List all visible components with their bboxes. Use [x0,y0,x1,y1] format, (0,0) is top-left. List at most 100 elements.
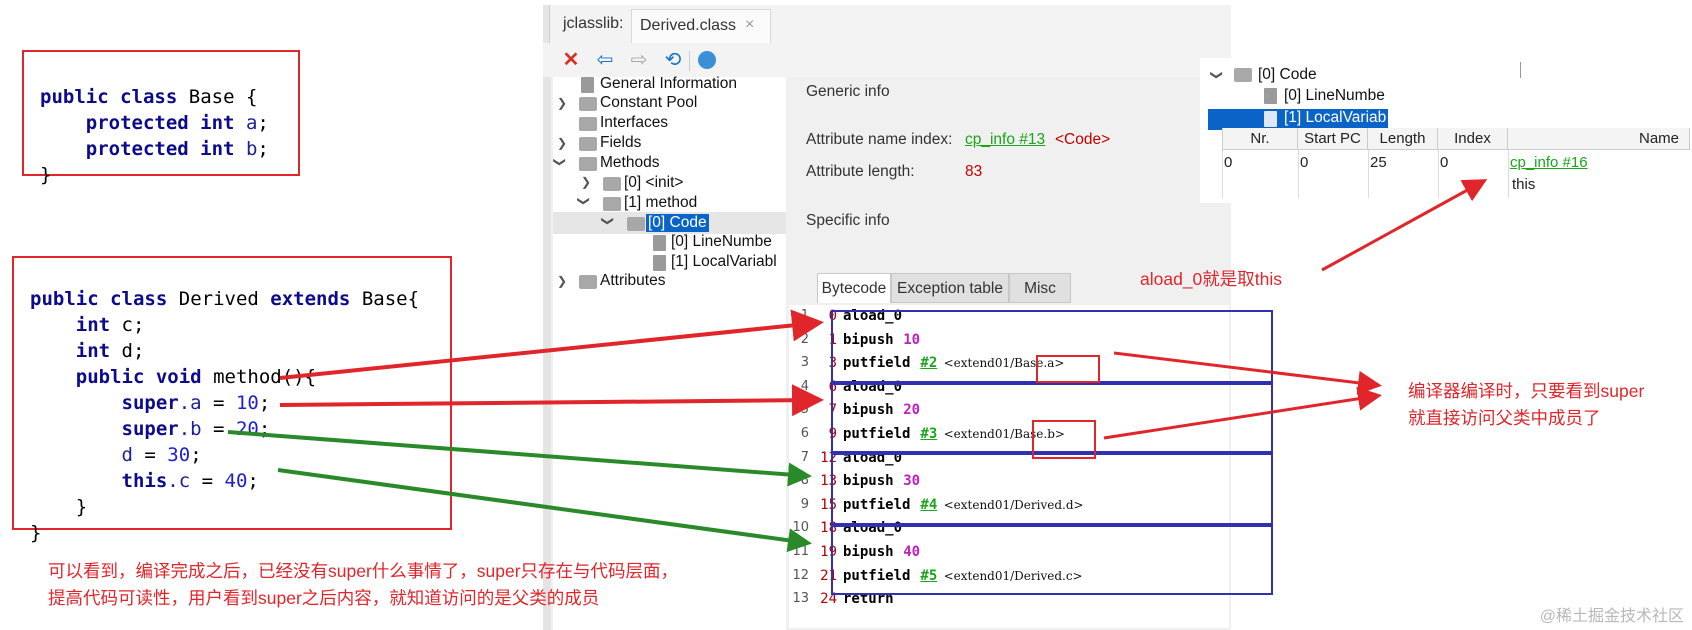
folder-icon [579,275,597,289]
forward-icon[interactable]: ⇨ [627,48,651,72]
attr-length-label: Attribute length: [806,163,915,180]
note-bottom-line1: 可以看到，编译完成之后，已经没有super什么事情了，super只存在与代码层面… [48,561,679,581]
base-class-code-box: public class Base { protected int a; pro… [22,50,300,186]
tree-local-variable[interactable]: [1] LocalVariabl [671,253,777,271]
chevron-down-icon[interactable]: ❯ [601,216,615,226]
code-token: void [155,366,202,388]
tab-file-label: Derived.class [640,17,737,34]
panel-divider [1520,62,1521,78]
bytecode-line-number: 6 [800,426,809,441]
code-token: d; [121,340,145,362]
tab-bar: jclasslib: Derived.class × [543,5,1231,44]
tree-interfaces[interactable]: Interfaces [600,114,668,132]
folder-icon [603,197,621,211]
bytecode-line-number: 3 [800,355,809,371]
folder-icon [579,137,597,151]
col-header-name[interactable]: Name [1508,128,1690,150]
code-token: .b [178,418,202,440]
code-token: a [245,112,258,134]
chevron-right-icon[interactable]: ❯ [557,274,567,288]
code-token: super [121,392,179,414]
folder-icon [579,97,597,111]
code-token: 10 [235,392,259,414]
note-bottom-line2: 提高代码可读性，用户看到super之后内容，就知道访问的是父类的成员 [48,588,600,608]
mini-tree-local-variable[interactable]: [1] LocalVariab [1284,109,1386,127]
code-token: = [190,470,225,492]
tree-methods[interactable]: Methods [600,154,659,172]
col-header-start-pc[interactable]: Start PC [1298,128,1368,150]
derived-code: public class Derived extends Base{ int c… [30,260,419,546]
bytecode-line-number: 13 [792,591,809,607]
chevron-down-icon[interactable]: ❯ [1210,70,1224,80]
close-tab-icon[interactable]: × [745,16,754,34]
left-gutter [543,77,551,630]
tree-method-init[interactable]: [0] <init> [624,174,683,192]
back-icon[interactable]: ⇦ [593,48,617,72]
mini-tree-code[interactable]: [0] Code [1258,66,1317,84]
code-token: = [201,418,236,440]
code-token: ; [258,418,271,440]
chevron-right-icon[interactable]: ❯ [557,96,567,110]
chevron-down-icon[interactable]: ❯ [577,196,591,206]
base-b-highlight-box [1032,420,1096,459]
code-token: } [40,164,52,186]
table-cell-nr: 0 [1224,154,1233,171]
folder-icon [1234,68,1252,82]
web-icon[interactable] [695,48,719,72]
tab-exception-table[interactable]: Exception table [891,273,1009,303]
bytecode-line-number: 7 [800,449,809,465]
col-header-index[interactable]: Index [1438,128,1508,150]
code-token: public [75,366,145,388]
tree-line-number[interactable]: [0] LineNumbe [671,233,772,251]
code-token: super [121,418,179,440]
generic-info-title: Generic info [806,83,890,100]
tree-code-selected[interactable]: [0] Code [646,214,709,232]
close-icon[interactable]: ✕ [559,48,583,72]
code-token: protected [85,138,189,160]
code-token: ; [247,470,259,492]
refresh-icon[interactable]: ⟲ [661,48,685,72]
mini-tree-line-number[interactable]: [0] LineNumbe [1284,87,1385,105]
tree-fields[interactable]: Fields [600,134,641,152]
code-token: Base{ [361,288,420,310]
tab-bytecode[interactable]: Bytecode [817,273,891,303]
derived-class-code-box: public class Derived extends Base{ int c… [12,256,452,544]
code-token: 20 [235,418,259,440]
code-token: ; [257,112,269,134]
bytecode-line-number: 12 [792,567,809,583]
tab-derived-class[interactable]: Derived.class × [631,9,771,43]
code-token: c; [121,314,145,336]
tree-method-method[interactable]: [1] method [624,194,697,212]
table-cell-start-pc: 0 [1300,154,1309,171]
tab-misc[interactable]: Misc [1009,273,1071,303]
file-icon [653,255,666,271]
chevron-right-icon[interactable]: ❯ [557,136,567,150]
grid-line [1438,150,1439,198]
toolbar-separator [689,51,690,71]
code-token: ; [190,444,202,466]
attr-name-link[interactable]: cp_info #13 [965,131,1045,149]
note-compiler-line1: 编译器编译时，只要看到super [1408,381,1645,401]
tab-app-label: jclasslib: [563,15,624,32]
bytecode-line-number: 8 [800,473,809,489]
bytecode-line-number: 2 [800,331,809,347]
file-icon [1264,88,1277,104]
bytecode-line-number: 1 [800,308,809,323]
table-cell-length: 25 [1370,154,1387,171]
globe-shape [698,51,716,69]
col-header-nr[interactable]: Nr. [1222,128,1298,150]
code-token: = [201,392,236,414]
attr-name-label: Attribute name index: [806,131,953,148]
col-header-length[interactable]: Length [1368,128,1438,150]
tree-constant-pool[interactable]: Constant Pool [600,94,697,112]
local-variable-panel: ❯ [0] Code [0] LineNumbe [1] LocalVariab… [1200,58,1690,203]
chevron-right-icon[interactable]: ❯ [581,175,591,189]
note-aload: aload_0就是取this [1140,269,1283,289]
chevron-down-icon[interactable]: ❯ [553,157,567,167]
table-cell-name-link[interactable]: cp_info #16 [1510,154,1588,171]
note-compiler-line2: 就直接访问父类中成员了 [1408,408,1601,428]
code-token: { [245,86,258,108]
code-token: .a [178,392,202,414]
tree-attributes[interactable]: Attributes [600,272,665,290]
tree-general-info[interactable]: General Information [600,75,737,93]
